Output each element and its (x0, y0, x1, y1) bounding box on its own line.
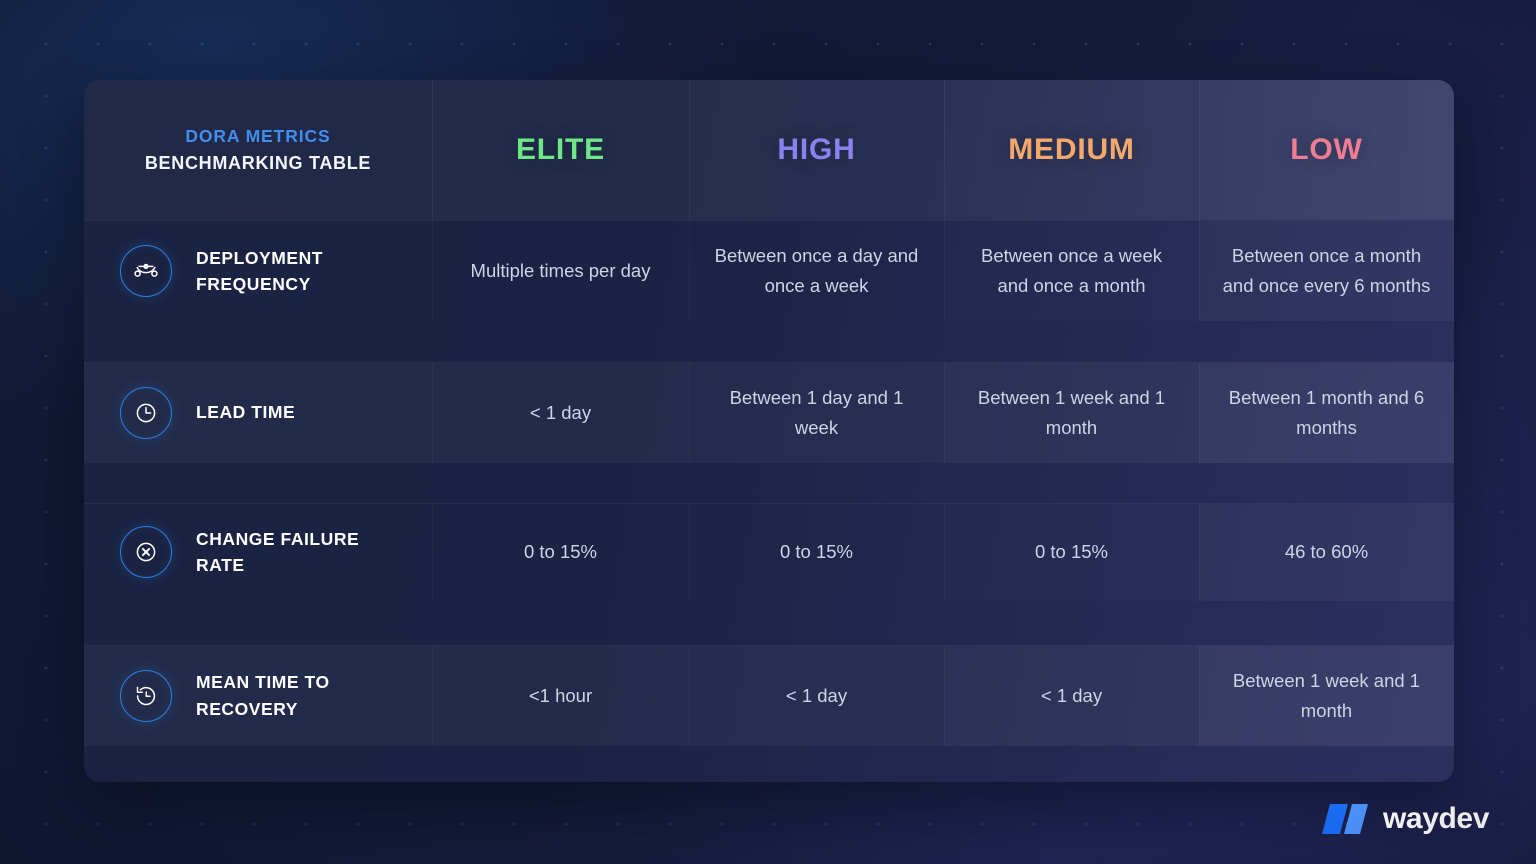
cell-value: < 1 day (529, 401, 592, 423)
page-title: BENCHMARKING TABLE (144, 153, 372, 174)
cell-value: <1 hour (528, 684, 593, 706)
cell-value: Between 1 month and 6 months (1228, 386, 1425, 438)
cell-value: < 1 day (1040, 684, 1103, 706)
waydev-logo-text: waydev (1383, 802, 1489, 835)
cell-high: < 1 day (689, 645, 944, 746)
metric-cell-change-failure-rate: CHANGE FAILURE RATE (84, 504, 432, 601)
waydev-logo: waydev (1318, 802, 1489, 836)
tier-label-elite: ELITE (515, 133, 605, 166)
column-header-high: HIGH (689, 80, 944, 220)
tier-label-low: LOW (1290, 133, 1363, 166)
cell-value: Between 1 day and 1 week (729, 386, 904, 438)
cell-value: Between 1 week and 1 month (977, 386, 1166, 438)
cell-high: Between once a day and once a week (689, 221, 944, 322)
column-header-elite: ELITE (432, 80, 689, 220)
cell-value: Multiple times per day (470, 260, 651, 282)
metric-cell-lead-time: LEAD TIME (84, 362, 432, 463)
cell-low: Between once a month and once every 6 mo… (1199, 221, 1454, 322)
cell-value: 46 to 60% (1284, 541, 1369, 563)
cell-elite: 0 to 15% (432, 504, 689, 601)
cell-elite: <1 hour (432, 645, 689, 746)
cell-high: 0 to 15% (689, 504, 944, 601)
column-header-low: LOW (1199, 80, 1454, 220)
cell-medium: 0 to 15% (944, 504, 1199, 601)
metric-label: LEAD TIME (196, 402, 296, 423)
table-row: MEAN TIME TO RECOVERY <1 hour < 1 day < … (84, 645, 1454, 783)
table-header-row: DORA METRICS BENCHMARKING TABLE ELITE HI… (84, 80, 1454, 220)
table-row: DEPLOYMENT FREQUENCY Multiple times per … (84, 221, 1454, 362)
title-block: DORA METRICS BENCHMARKING TABLE (145, 125, 371, 176)
clock-history-icon (120, 669, 172, 722)
cell-medium: Between once a week and once a month (944, 221, 1199, 322)
cell-low: Between 1 week and 1 month (1199, 645, 1454, 746)
cell-value: < 1 day (785, 684, 848, 706)
tier-label-high: HIGH (777, 133, 856, 166)
metric-label: CHANGE FAILURE RATE (196, 528, 360, 576)
dora-benchmark-card: DORA METRICS BENCHMARKING TABLE ELITE HI… (84, 80, 1454, 782)
table-row: LEAD TIME < 1 day Between 1 day and 1 we… (84, 362, 1454, 504)
cell-value: 0 to 15% (1034, 541, 1109, 563)
page-background: DORA METRICS BENCHMARKING TABLE ELITE HI… (0, 0, 1536, 864)
metric-label: DEPLOYMENT FREQUENCY (196, 247, 324, 295)
metric-label: MEAN TIME TO RECOVERY (196, 672, 330, 719)
tier-label-medium: MEDIUM (1008, 133, 1135, 166)
waydev-logo-mark (1322, 804, 1368, 834)
cell-medium: Between 1 week and 1 month (944, 362, 1199, 463)
cell-elite: Multiple times per day (432, 221, 689, 322)
cell-value: 0 to 15% (779, 541, 854, 563)
cell-value: Between once a day and once a week (714, 245, 919, 297)
cell-low: Between 1 month and 6 months (1199, 362, 1454, 463)
x-circle-icon (120, 526, 172, 579)
cell-high: Between 1 day and 1 week (689, 362, 944, 463)
column-header-medium: MEDIUM (944, 80, 1199, 220)
cell-elite: < 1 day (432, 362, 689, 463)
metric-cell-deployment-frequency: DEPLOYMENT FREQUENCY (84, 221, 432, 321)
cell-value: 0 to 15% (523, 541, 598, 563)
table-row: CHANGE FAILURE RATE 0 to 15% 0 to 15% 0 … (84, 504, 1454, 645)
bezier-curve-icon (120, 245, 172, 298)
cell-value: Between 1 week and 1 month (1232, 669, 1421, 721)
metric-cell-mean-time-to-recovery: MEAN TIME TO RECOVERY (84, 645, 432, 746)
cell-value: Between once a month and once every 6 mo… (1222, 245, 1431, 297)
clock-icon (120, 386, 172, 439)
cell-low: 46 to 60% (1199, 504, 1454, 601)
table-title-cell: DORA METRICS BENCHMARKING TABLE (84, 80, 432, 220)
cell-medium: < 1 day (944, 645, 1199, 746)
cell-value: Between once a week and once a month (980, 245, 1162, 297)
page-title-eyebrow: DORA METRICS (185, 125, 331, 146)
